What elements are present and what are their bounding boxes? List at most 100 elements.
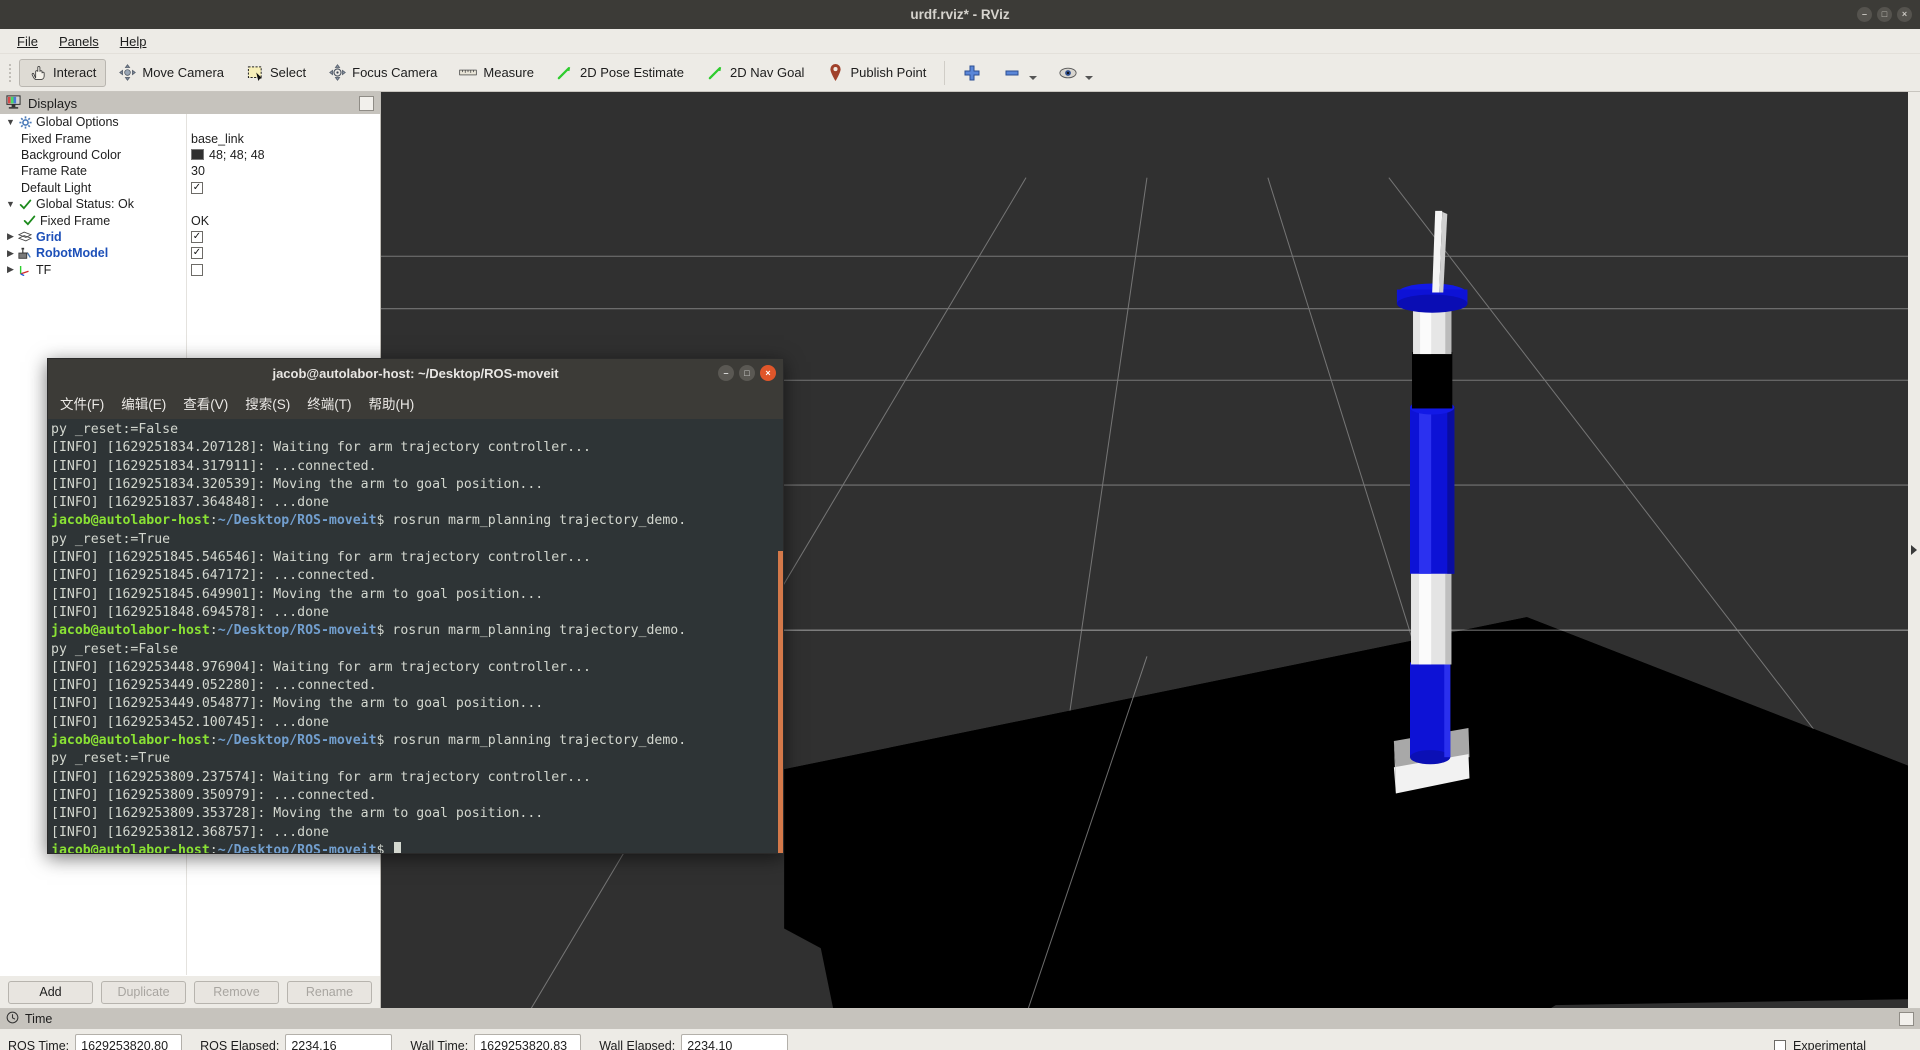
expand-arrow[interactable] bbox=[4, 231, 17, 242]
chevron-right-icon bbox=[1911, 545, 1917, 555]
menu-file[interactable]: File bbox=[8, 31, 47, 52]
frame-rate-value[interactable]: 30 bbox=[191, 164, 205, 178]
expand-arrow[interactable] bbox=[4, 117, 17, 127]
tree-label: Frame Rate bbox=[21, 164, 87, 179]
menu-panels-label: Panels bbox=[58, 33, 99, 49]
terminal-prompt-path: ~/Desktop/ROS-moveit bbox=[217, 623, 377, 639]
chevron-down-icon[interactable] bbox=[1029, 75, 1038, 80]
tree-row-frame-rate[interactable]: Frame Rate 30 bbox=[0, 163, 380, 180]
terminal-prompt-path: ~/Desktop/ROS-moveit bbox=[217, 733, 377, 749]
term-menu-terminal[interactable]: 终端(T) bbox=[307, 393, 351, 413]
minus-icon bbox=[1003, 64, 1021, 82]
expand-arrow[interactable] bbox=[4, 264, 17, 275]
tree-label: RobotModel bbox=[36, 246, 109, 261]
terminal-close-icon[interactable]: × bbox=[760, 365, 776, 381]
rename-display-button[interactable]: Rename bbox=[287, 980, 372, 1004]
tool-2d-nav-goal[interactable]: 2D Nav Goal bbox=[696, 59, 814, 87]
terminal-line: [INFO] [1629253452.100745]: ...done bbox=[51, 714, 329, 730]
tool-remove[interactable] bbox=[993, 59, 1047, 87]
term-menu-search[interactable]: 搜索(S) bbox=[245, 393, 290, 413]
terminal-prompt-user: jacob@autolabor-host bbox=[51, 733, 210, 749]
add-display-button[interactable]: Add bbox=[8, 980, 93, 1004]
wall-time-field[interactable]: 1629253820.83 bbox=[474, 1034, 582, 1050]
expand-arrow[interactable] bbox=[4, 248, 17, 259]
ros-time-field[interactable]: 1629253820.80 bbox=[75, 1034, 183, 1050]
tf-checkbox[interactable] bbox=[191, 263, 203, 276]
displays-float-button[interactable] bbox=[359, 95, 374, 111]
tree-row-tf[interactable]: TF bbox=[0, 261, 380, 278]
viewport-collapse-handle[interactable] bbox=[1908, 92, 1920, 1008]
expand-arrow[interactable] bbox=[4, 199, 17, 209]
terminal-scrollbar[interactable] bbox=[778, 419, 783, 853]
terminal-prompt-user: jacob@autolabor-host bbox=[51, 513, 210, 529]
terminal-window[interactable]: jacob@autolabor-host: ~/Desktop/ROS-move… bbox=[47, 358, 784, 854]
tool-focus-camera[interactable]: Focus Camera bbox=[318, 59, 447, 87]
tree-row-fixed-frame[interactable]: Fixed Frame base_link bbox=[0, 130, 380, 147]
tree-row-status-fixed-frame[interactable]: Fixed Frame OK bbox=[0, 212, 380, 229]
default-light-checkbox[interactable]: ✓ bbox=[191, 181, 203, 194]
close-icon[interactable]: × bbox=[1897, 7, 1912, 22]
maximize-icon[interactable]: □ bbox=[1877, 7, 1892, 22]
term-menu-help[interactable]: 帮助(H) bbox=[369, 393, 415, 413]
ros-elapsed-label: ROS Elapsed: bbox=[200, 1038, 280, 1050]
color-swatch[interactable] bbox=[191, 149, 204, 161]
terminal-line: py _reset:=False bbox=[51, 641, 179, 657]
tool-view[interactable] bbox=[1049, 59, 1103, 87]
terminal-line: [INFO] [1629253809.350979]: ...connected… bbox=[51, 787, 377, 803]
terminal-prompt-user: jacob@autolabor-host bbox=[51, 623, 210, 639]
tool-publish-point-label: Publish Point bbox=[850, 65, 927, 80]
minimize-icon[interactable]: – bbox=[1857, 7, 1872, 22]
tree-row-default-light[interactable]: Default Light ✓ bbox=[0, 179, 380, 196]
terminal-command: $ rosrun marm_planning trajectory_demo. bbox=[376, 623, 687, 639]
robot-icon bbox=[17, 247, 33, 260]
tree-row-grid[interactable]: Grid ✓ bbox=[0, 228, 380, 246]
experimental-checkbox[interactable] bbox=[1774, 1039, 1787, 1050]
tool-measure[interactable]: Measure bbox=[449, 59, 544, 87]
chevron-down-icon[interactable] bbox=[1085, 75, 1094, 80]
toolbar-grip[interactable] bbox=[6, 60, 14, 86]
terminal-line: [INFO] [1629253449.054877]: Moving the a… bbox=[51, 696, 544, 712]
terminal-minimize-icon[interactable]: – bbox=[718, 365, 734, 381]
term-menu-file[interactable]: 文件(F) bbox=[60, 393, 104, 413]
terminal-prompt-path: ~/Desktop/ROS-moveit bbox=[217, 513, 377, 529]
experimental-group: Experimental bbox=[1774, 1039, 1866, 1050]
menu-panels[interactable]: Panels bbox=[50, 31, 108, 52]
background-color-value[interactable]: 48; 48; 48 bbox=[209, 148, 265, 162]
axes-icon bbox=[17, 263, 33, 277]
duplicate-display-button[interactable]: Duplicate bbox=[101, 980, 186, 1004]
tool-interact[interactable]: Interact bbox=[19, 58, 107, 87]
tree-row-global-status[interactable]: Global Status: Ok bbox=[0, 195, 380, 213]
term-menu-view[interactable]: 查看(V) bbox=[183, 393, 228, 413]
tool-publish-point[interactable]: Publish Point bbox=[816, 59, 936, 87]
green-arrow-icon bbox=[706, 64, 724, 82]
robotmodel-checkbox[interactable]: ✓ bbox=[191, 247, 203, 260]
toolbar-separator bbox=[944, 60, 946, 85]
remove-display-button[interactable]: Remove bbox=[194, 980, 279, 1004]
tool-move-camera[interactable]: Move Camera bbox=[108, 59, 234, 87]
wall-elapsed-field[interactable]: 2234.10 bbox=[681, 1034, 789, 1050]
terminal-maximize-icon[interactable]: □ bbox=[739, 365, 755, 381]
menu-file-label: File bbox=[17, 33, 38, 49]
terminal-prompt-colon: : bbox=[209, 623, 218, 639]
check-icon bbox=[17, 198, 33, 211]
tree-row-robotmodel[interactable]: RobotModel ✓ bbox=[0, 245, 380, 262]
toolbar: Interact Move Camera Select Focus Camera bbox=[0, 54, 1920, 92]
tree-row-global-options[interactable]: Global Options bbox=[0, 114, 380, 131]
displays-panel-header: Displays bbox=[0, 92, 380, 114]
tool-add[interactable] bbox=[953, 59, 991, 87]
tool-select[interactable]: Select bbox=[236, 59, 316, 87]
terminal-body[interactable]: py _reset:=False [INFO] [1629251834.20712… bbox=[48, 419, 783, 853]
tree-row-background-color[interactable]: Background Color 48; 48; 48 bbox=[0, 146, 380, 164]
terminal-command: $ rosrun marm_planning trajectory_demo. bbox=[376, 733, 687, 749]
check-icon bbox=[21, 214, 37, 227]
term-menu-edit[interactable]: 编辑(E) bbox=[121, 393, 166, 413]
ros-elapsed-field[interactable]: 2234.16 bbox=[285, 1034, 393, 1050]
time-float-button[interactable] bbox=[1899, 1012, 1914, 1026]
fixed-frame-value[interactable]: base_link bbox=[191, 132, 244, 146]
grid-checkbox[interactable]: ✓ bbox=[191, 230, 203, 243]
tool-2d-pose-estimate[interactable]: 2D Pose Estimate bbox=[546, 59, 694, 87]
terminal-line: py _reset:=True bbox=[51, 751, 171, 767]
menu-help[interactable]: Help bbox=[111, 31, 156, 52]
terminal-scrollbar-thumb[interactable] bbox=[778, 551, 783, 853]
status-fixed-frame-value: OK bbox=[191, 213, 210, 228]
